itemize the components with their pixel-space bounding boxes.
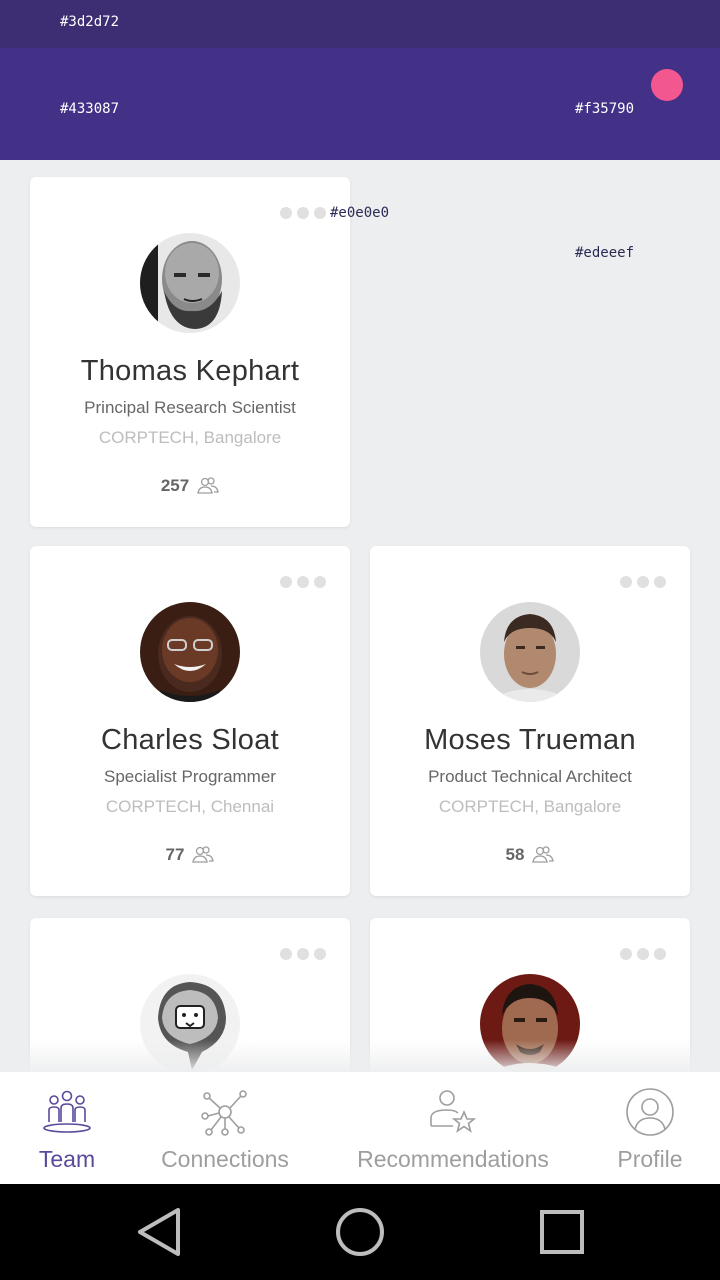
- connections-number: 257: [160, 476, 190, 495]
- member-company: CORPTECH, Bangalore: [438, 797, 622, 816]
- nav-item-profile[interactable]: Profile: [604, 1072, 696, 1184]
- member-name: Charles Sloat: [101, 724, 279, 756]
- card-menu-button[interactable]: [280, 207, 326, 219]
- connections-count[interactable]: 257: [30, 476, 350, 496]
- nav-label: Profile: [617, 1146, 683, 1172]
- profile-icon: [626, 1088, 674, 1136]
- member-title: Specialist Programmer: [104, 767, 276, 786]
- nav-label: Team: [38, 1146, 96, 1172]
- accent-dot[interactable]: [651, 69, 683, 101]
- member-name: Moses Trueman: [424, 724, 636, 756]
- accent-color-label: #f35790: [575, 101, 635, 117]
- status-bar: #3d2d72: [0, 0, 720, 48]
- more-dot-icon: [297, 948, 309, 960]
- connections-icon: [201, 1090, 247, 1136]
- more-dot-icon: [314, 207, 326, 219]
- app-bar-color-label: #433087: [60, 101, 120, 117]
- back-icon[interactable]: [132, 1204, 188, 1260]
- member-card[interactable]: Charles Sloat Specialist Programmer CORP…: [30, 546, 350, 896]
- more-dot-icon: [280, 207, 292, 219]
- member-card[interactable]: Thomas Kephart Principal Research Scient…: [30, 177, 350, 527]
- connections-number: 77: [165, 845, 185, 864]
- more-dot-icon: [637, 948, 649, 960]
- connections-count[interactable]: 58: [370, 845, 690, 865]
- card-menu-button[interactable]: [620, 576, 666, 588]
- team-icon: [43, 1090, 91, 1133]
- member-card[interactable]: Moses Trueman Product Technical Architec…: [370, 546, 690, 896]
- more-dot-icon: [297, 576, 309, 588]
- nav-item-connections[interactable]: Connections: [150, 1072, 300, 1184]
- menu-dots-color-label: #e0e0e0: [330, 205, 390, 221]
- team-grid[interactable]: Thomas Kephart Principal Research Scient…: [0, 160, 720, 1072]
- card-menu-button[interactable]: [620, 948, 666, 960]
- home-icon[interactable]: [332, 1204, 388, 1260]
- recommendations-icon: [430, 1090, 477, 1133]
- app-bar: #433087 #f35790: [0, 48, 720, 160]
- more-dot-icon: [637, 576, 649, 588]
- more-dot-icon: [297, 207, 309, 219]
- people-icon: [197, 477, 219, 494]
- nav-item-team[interactable]: Team: [17, 1072, 117, 1184]
- bottom-nav: Team Connections Recommendations Profile: [0, 1072, 720, 1184]
- nav-item-recommendations[interactable]: Recommendations: [345, 1072, 561, 1184]
- connections-count[interactable]: 77: [30, 845, 350, 865]
- people-icon: [192, 846, 215, 863]
- more-dot-icon: [280, 576, 292, 588]
- more-dot-icon: [654, 948, 666, 960]
- more-dot-icon: [314, 948, 326, 960]
- more-dot-icon: [620, 576, 632, 588]
- more-dot-icon: [620, 948, 632, 960]
- background-color-label: #edeeef: [575, 245, 635, 261]
- connections-number: 58: [505, 845, 525, 864]
- nav-label: Connections: [161, 1146, 289, 1172]
- member-title: Principal Research Scientist: [84, 398, 296, 417]
- more-dot-icon: [314, 576, 326, 588]
- more-dot-icon: [280, 948, 292, 960]
- system-nav-bar: [0, 1184, 720, 1280]
- recents-icon[interactable]: [534, 1204, 590, 1260]
- avatar: [140, 602, 240, 702]
- member-title: Product Technical Architect: [428, 767, 632, 786]
- scroll-fade: [0, 1040, 720, 1072]
- card-menu-button[interactable]: [280, 948, 326, 960]
- card-menu-button[interactable]: [280, 576, 326, 588]
- member-company: CORPTECH, Bangalore: [98, 428, 282, 447]
- nav-label: Recommendations: [357, 1146, 549, 1172]
- status-bar-color-label: #3d2d72: [60, 14, 120, 30]
- avatar: [140, 233, 240, 333]
- avatar: [480, 602, 580, 702]
- people-icon: [532, 846, 555, 863]
- member-company: CORPTECH, Chennai: [105, 797, 275, 816]
- member-name: Thomas Kephart: [80, 355, 300, 387]
- more-dot-icon: [654, 576, 666, 588]
